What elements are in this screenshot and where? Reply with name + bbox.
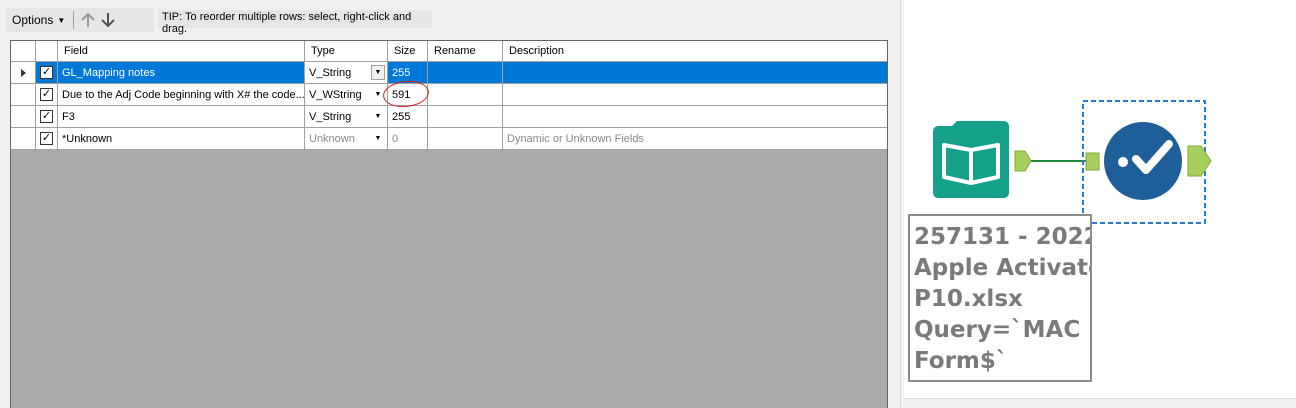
input-anchor-icon[interactable] xyxy=(1085,152,1100,171)
output-anchor-icon[interactable] xyxy=(1014,150,1032,172)
select-tool[interactable] xyxy=(1104,122,1182,200)
workflow-diagram xyxy=(933,100,1212,224)
canvas-scrollbar[interactable] xyxy=(904,398,1296,408)
output-anchor-icon[interactable] xyxy=(1187,145,1212,177)
input-data-tool[interactable] xyxy=(933,121,1009,198)
dot-icon xyxy=(1118,157,1128,167)
tool-annotation: 257131 - 2022 Apple Activate P10.xlsx Qu… xyxy=(908,214,1092,382)
